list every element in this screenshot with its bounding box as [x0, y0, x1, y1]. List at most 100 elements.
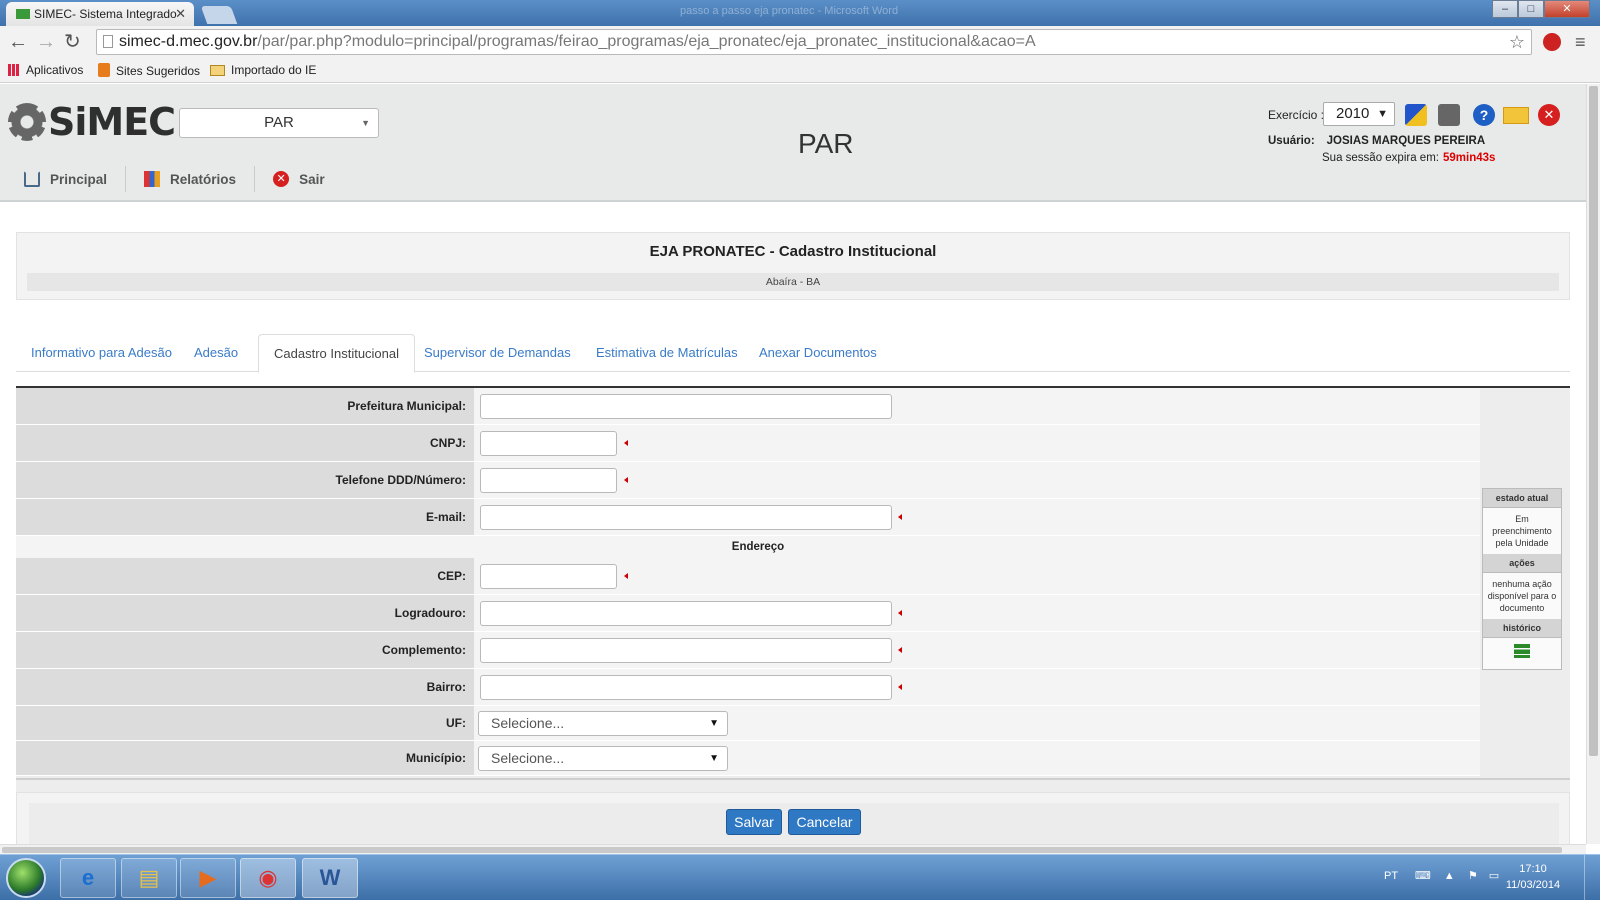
keyboard-icon[interactable]: ⌨ [1415, 870, 1431, 882]
complemento-input[interactable] [480, 638, 892, 663]
form-title-box: EJA PRONATEC - Cadastro Institucional Ab… [16, 232, 1570, 300]
close-window-icon[interactable]: ✕ [1544, 0, 1590, 18]
cancel-button[interactable]: Cancelar [788, 809, 861, 835]
explorer-taskbar-icon[interactable]: ▤ [121, 858, 177, 898]
browser-menu-icon[interactable]: ≡ [1575, 32, 1586, 53]
estado-header: estado atual [1483, 489, 1561, 508]
back-arrow-icon[interactable]: ← [8, 31, 28, 53]
window-title: passo a passo eja pronatec - Microsoft W… [680, 5, 899, 17]
form-row-bairro: Bairro: [16, 669, 1480, 706]
bookmarks-bar: Aplicativos Sites Sugeridos Importado do… [0, 58, 1600, 83]
menu-item-principal[interactable]: Principal [18, 166, 127, 192]
language-indicator[interactable]: PT [1384, 870, 1398, 882]
new-tab-button[interactable] [200, 6, 238, 24]
browser-toolbar: ← → ↻ simec-d.mec.gov.br/par/par.php?mod… [0, 26, 1600, 58]
tab-bar: Informativo para Adesão Adesão Cadastro … [16, 334, 1570, 373]
chrome-taskbar-icon[interactable]: ◉ [240, 858, 296, 898]
ie-taskbar-icon[interactable]: e [60, 858, 116, 898]
menu-item-relatorios[interactable]: Relatórios [138, 166, 256, 192]
apps-grid-icon [8, 64, 20, 76]
address-bar[interactable]: simec-d.mec.gov.br/par/par.php?modulo=pr… [96, 29, 1532, 55]
bookmark-apps[interactable]: Aplicativos [8, 63, 83, 77]
bookmark-importado-ie[interactable]: Importado do IE [210, 63, 316, 77]
main-menu: Principal Relatórios ✕ Sair [18, 166, 355, 196]
history-tree-icon[interactable] [1514, 644, 1530, 658]
close-tab-icon[interactable]: ✕ [175, 6, 186, 22]
tab-anexar-documentos[interactable]: Anexar Documentos [744, 334, 892, 372]
report-icon [144, 171, 161, 187]
url-path: /par/par.php?modulo=principal/programas/… [257, 33, 1036, 50]
page-icon [103, 35, 113, 48]
clock-time: 17:10 [1519, 863, 1547, 875]
home-icon [24, 171, 40, 187]
adblock-icon[interactable] [1543, 33, 1561, 51]
tab-estimativa-matriculas[interactable]: Estimativa de Matrículas [581, 334, 753, 372]
horizontal-scrollbar[interactable] [0, 844, 1586, 854]
form-row-uf: UF: Selecione... ▼ [16, 706, 1480, 741]
form-row-prefeitura: Prefeitura Municipal: [16, 388, 1480, 425]
form-row-telefone: Telefone DDD/Número: [16, 462, 1480, 499]
user-name: JOSIAS MARQUES PEREIRA [1326, 135, 1486, 147]
required-icon [898, 647, 902, 653]
maximize-icon[interactable]: □ [1518, 0, 1544, 18]
bookmark-star-icon[interactable]: ☆ [1509, 30, 1525, 54]
prefeitura-input[interactable] [480, 394, 892, 419]
simec-logo[interactable]: SiMEC [8, 100, 176, 144]
reload-icon[interactable]: ↻ [64, 31, 81, 53]
uf-label: UF: [16, 706, 474, 740]
tab-cadastro-institucional[interactable]: Cadastro Institucional [258, 334, 416, 373]
email-label: E-mail: [16, 499, 474, 535]
required-icon [624, 477, 628, 483]
logout-icon[interactable]: ✕ [1538, 104, 1560, 126]
municipality-subtitle: Abaíra - BA [27, 273, 1559, 291]
mail-icon[interactable] [1503, 107, 1529, 124]
tab-informativo-adesao[interactable]: Informativo para Adesão [16, 334, 187, 372]
browser-tab-active[interactable]: SIMEC- Sistema Integrado ✕ [6, 2, 194, 26]
menu-item-sair[interactable]: ✕ Sair [267, 166, 343, 192]
cnpj-input[interactable] [480, 431, 617, 456]
exercicio-select[interactable]: 2010 ▼ [1323, 102, 1395, 126]
tab-supervisor-demandas[interactable]: Supervisor de Demandas [409, 334, 586, 372]
clock[interactable]: 17:10 11/03/2014 [1498, 861, 1568, 893]
form-row-email: E-mail: [16, 499, 1480, 536]
logradouro-input[interactable] [480, 601, 892, 626]
form-row-cnpj: CNPJ: [16, 425, 1480, 462]
bairro-label: Bairro: [16, 669, 474, 705]
session-info: Sua sessão expira em: 59min43s [1322, 152, 1496, 164]
telefone-input[interactable] [480, 468, 617, 493]
form-row-cep: CEP: [16, 558, 1480, 595]
telefone-label: Telefone DDD/Número: [16, 462, 474, 498]
vertical-scrollbar[interactable] [1586, 84, 1600, 844]
system-select[interactable]: PAR ▼ [179, 108, 379, 138]
minimize-icon[interactable]: – [1492, 0, 1518, 18]
required-icon [624, 573, 628, 579]
system-tray: PT ⌨ ▲ ⚑ ▭ [1384, 869, 1499, 882]
sites-icon [98, 63, 110, 77]
bairro-input[interactable] [480, 675, 892, 700]
word-taskbar-icon[interactable]: W [302, 858, 358, 898]
media-player-taskbar-icon[interactable]: ▶ [180, 858, 236, 898]
prefeitura-label: Prefeitura Municipal: [16, 388, 474, 424]
save-button[interactable]: Salvar [726, 809, 782, 835]
tray-expand-icon[interactable]: ▲ [1444, 870, 1455, 882]
start-button[interactable] [6, 858, 46, 898]
browser-tab-title: SIMEC- Sistema Integrado [34, 7, 177, 21]
user-info: Usuário: JOSIAS MARQUES PEREIRA [1268, 135, 1486, 147]
acoes-header: ações [1483, 554, 1561, 573]
chevron-down-icon: ▼ [1377, 108, 1388, 120]
forward-arrow-icon[interactable]: → [36, 31, 56, 53]
help-icon[interactable]: ? [1473, 104, 1495, 126]
municipio-select[interactable]: Selecione... ▼ [478, 746, 728, 771]
bookmark-sites-sugeridos[interactable]: Sites Sugeridos [98, 63, 200, 78]
form-bottom-divider [16, 778, 1570, 780]
flag-icon[interactable]: ⚑ [1468, 870, 1478, 882]
chart-icon[interactable] [1405, 104, 1427, 126]
uf-select[interactable]: Selecione... ▼ [478, 711, 728, 736]
show-desktop-button[interactable] [1584, 855, 1600, 900]
tab-adesao[interactable]: Adesão [179, 334, 253, 372]
municipio-label: Município: [16, 741, 474, 775]
cep-input[interactable] [480, 564, 617, 589]
email-input[interactable] [480, 505, 892, 530]
gear-logo-icon [8, 103, 46, 141]
printer-icon[interactable] [1438, 104, 1460, 126]
